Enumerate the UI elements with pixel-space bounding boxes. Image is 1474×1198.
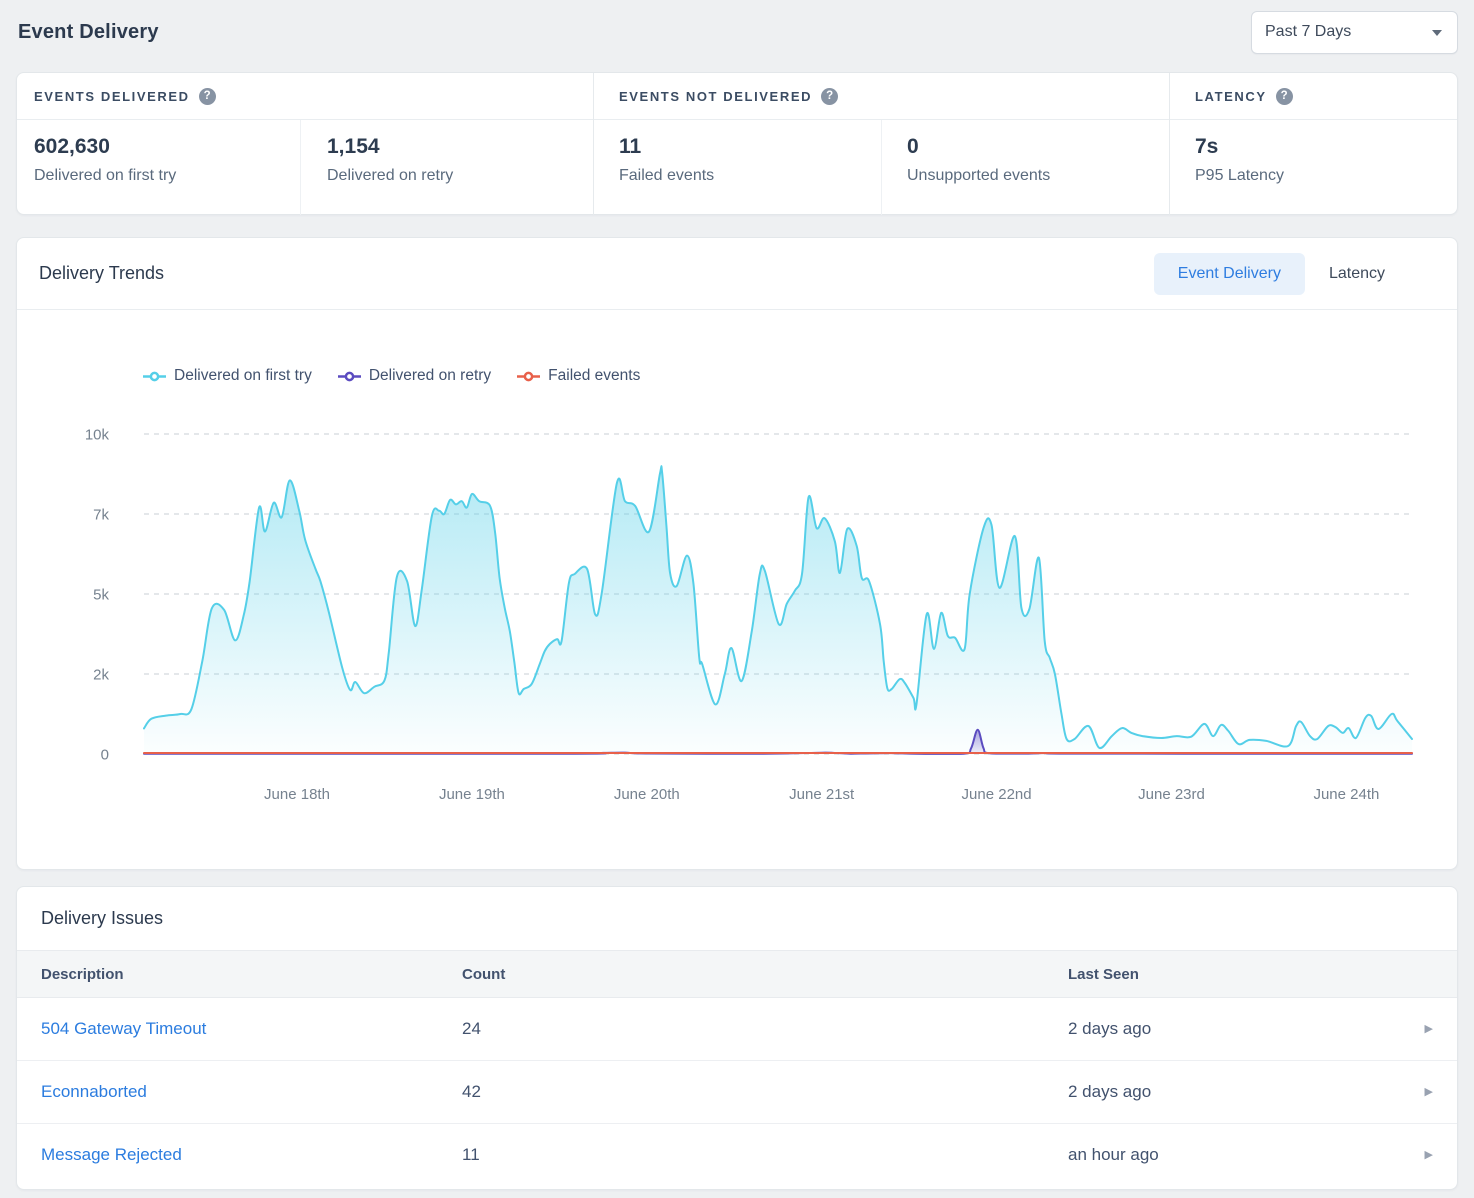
help-icon[interactable]: ? bbox=[1276, 88, 1293, 105]
stats-group-events-not-delivered: EVENTS NOT DELIVERED ? 11 Failed events … bbox=[593, 73, 1169, 215]
svg-text:June 22nd: June 22nd bbox=[962, 786, 1032, 803]
legend-line-dot-icon bbox=[143, 371, 166, 382]
metric-label: P95 Latency bbox=[1195, 167, 1457, 185]
metric-value: 7s bbox=[1195, 135, 1457, 159]
stats-group-label: EVENTS DELIVERED bbox=[34, 89, 190, 104]
issues-header: Delivery Issues bbox=[17, 887, 1457, 950]
svg-text:0: 0 bbox=[101, 747, 109, 764]
metric-p95-latency: 7s P95 Latency bbox=[1170, 120, 1457, 215]
issues-title: Delivery Issues bbox=[41, 908, 163, 929]
legend-line-dot-icon bbox=[338, 371, 361, 382]
date-range-selector[interactable]: Past 7 Days bbox=[1251, 11, 1458, 54]
page: Event Delivery Past 7 Days EVENTS DELIVE… bbox=[0, 0, 1474, 1198]
delivery-issues-card: Delivery Issues Description Count Last S… bbox=[16, 886, 1458, 1190]
stats-group-label: LATENCY bbox=[1195, 89, 1267, 104]
column-last-seen: Last Seen bbox=[1068, 966, 1393, 983]
metric-unsupported-events: 0 Unsupported events bbox=[881, 120, 1169, 215]
legend-item-failed[interactable]: Failed events bbox=[517, 367, 640, 385]
legend-line-dot-icon bbox=[517, 371, 540, 382]
stats-group-header: EVENTS NOT DELIVERED ? bbox=[594, 73, 1169, 120]
issue-count: 42 bbox=[462, 1082, 1068, 1102]
issue-last-seen: 2 days ago bbox=[1068, 1019, 1393, 1039]
chevron-right-icon[interactable]: ▶ bbox=[1425, 1150, 1433, 1161]
metric-delivered-retry: 1,154 Delivered on retry bbox=[300, 120, 593, 215]
legend-label: Delivered on first try bbox=[174, 367, 312, 385]
svg-text:June 23rd: June 23rd bbox=[1138, 786, 1205, 803]
issue-link[interactable]: Message Rejected bbox=[41, 1145, 182, 1164]
metric-failed-events: 11 Failed events bbox=[594, 120, 881, 215]
issue-link[interactable]: 504 Gateway Timeout bbox=[41, 1019, 206, 1038]
date-range-value: Past 7 Days bbox=[1265, 23, 1351, 41]
metric-delivered-first-try: 602,630 Delivered on first try bbox=[17, 120, 300, 215]
stats-group-body: 7s P95 Latency bbox=[1170, 120, 1457, 215]
stats-group-body: 602,630 Delivered on first try 1,154 Del… bbox=[17, 120, 593, 215]
legend-label: Failed events bbox=[548, 367, 640, 385]
svg-text:June 21st: June 21st bbox=[789, 786, 855, 803]
page-header: Event Delivery Past 7 Days bbox=[0, 0, 1474, 64]
stats-group-body: 11 Failed events 0 Unsupported events bbox=[594, 120, 1169, 215]
caret-down-icon bbox=[1432, 30, 1442, 41]
issue-link[interactable]: Econnaborted bbox=[41, 1082, 147, 1101]
svg-text:2k: 2k bbox=[93, 667, 109, 684]
tab-event-delivery[interactable]: Event Delivery bbox=[1154, 253, 1305, 295]
stats-group-events-delivered: EVENTS DELIVERED ? 602,630 Delivered on … bbox=[17, 73, 593, 215]
trends-chart-svg: 0 2k 5k 7k 10k June 18th June 19th June 20th Jun… bbox=[17, 310, 1457, 870]
page-title: Event Delivery bbox=[18, 21, 159, 44]
metric-label: Delivered on first try bbox=[34, 167, 300, 185]
trends-header: Delivery Trends Event Delivery Latency bbox=[17, 238, 1457, 310]
metric-label: Delivered on retry bbox=[327, 167, 593, 185]
svg-text:June 24th: June 24th bbox=[1313, 786, 1379, 803]
svg-text:June 18th: June 18th bbox=[264, 786, 330, 803]
column-description: Description bbox=[41, 966, 462, 983]
metric-value: 602,630 bbox=[34, 135, 300, 159]
table-row[interactable]: Message Rejected 11 an hour ago ▶ bbox=[17, 1124, 1457, 1186]
metric-label: Unsupported events bbox=[907, 167, 1169, 185]
delivery-trends-card: Delivery Trends Event Delivery Latency D… bbox=[16, 237, 1458, 870]
issue-count: 11 bbox=[462, 1145, 1068, 1165]
chevron-right-icon[interactable]: ▶ bbox=[1425, 1024, 1433, 1035]
stats-group-header: EVENTS DELIVERED ? bbox=[17, 73, 593, 120]
delivery-trends-chart: Delivered on first try Delivered on retr… bbox=[17, 310, 1457, 870]
chevron-right-icon[interactable]: ▶ bbox=[1425, 1087, 1433, 1098]
metric-label: Failed events bbox=[619, 167, 881, 185]
help-icon[interactable]: ? bbox=[821, 88, 838, 105]
svg-text:5k: 5k bbox=[93, 587, 109, 604]
metric-value: 11 bbox=[619, 135, 881, 159]
metric-value: 0 bbox=[907, 135, 1169, 159]
table-row[interactable]: Econnaborted 42 2 days ago ▶ bbox=[17, 1061, 1457, 1124]
legend-label: Delivered on retry bbox=[369, 367, 491, 385]
tab-latency[interactable]: Latency bbox=[1305, 253, 1409, 295]
issue-count: 24 bbox=[462, 1019, 1068, 1039]
stats-groups: EVENTS DELIVERED ? 602,630 Delivered on … bbox=[17, 73, 1457, 214]
issues-table-header: Description Count Last Seen bbox=[17, 950, 1457, 998]
issue-last-seen: 2 days ago bbox=[1068, 1082, 1393, 1102]
trends-tabs: Event Delivery Latency bbox=[1154, 253, 1409, 295]
legend-item-first-try[interactable]: Delivered on first try bbox=[143, 367, 312, 385]
chart-legend: Delivered on first try Delivered on retr… bbox=[143, 367, 640, 385]
issue-last-seen: an hour ago bbox=[1068, 1145, 1393, 1165]
stats-group-header: LATENCY ? bbox=[1170, 73, 1457, 120]
legend-item-retry[interactable]: Delivered on retry bbox=[338, 367, 491, 385]
metric-value: 1,154 bbox=[327, 135, 593, 159]
svg-text:June 19th: June 19th bbox=[439, 786, 505, 803]
svg-text:7k: 7k bbox=[93, 507, 109, 524]
stats-group-latency: LATENCY ? 7s P95 Latency bbox=[1169, 73, 1457, 215]
help-icon[interactable]: ? bbox=[199, 88, 216, 105]
table-row[interactable]: 504 Gateway Timeout 24 2 days ago ▶ bbox=[17, 998, 1457, 1061]
column-count: Count bbox=[462, 966, 1068, 983]
svg-text:June 20th: June 20th bbox=[614, 786, 680, 803]
stats-card: EVENTS DELIVERED ? 602,630 Delivered on … bbox=[16, 72, 1458, 215]
trends-title: Delivery Trends bbox=[39, 263, 164, 284]
stats-group-label: EVENTS NOT DELIVERED bbox=[619, 89, 812, 104]
svg-text:10k: 10k bbox=[85, 427, 110, 444]
